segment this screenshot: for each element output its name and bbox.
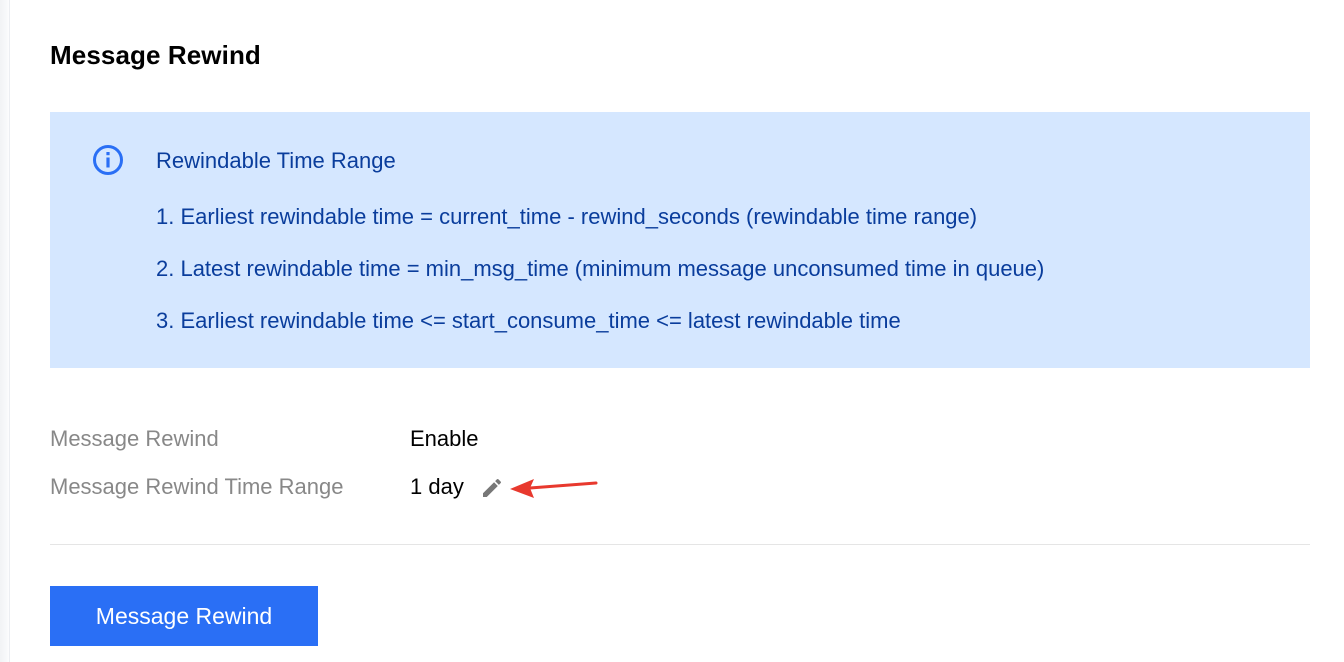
- notice-line-2: 2. Latest rewindable time = min_msg_time…: [156, 256, 1045, 281]
- notice-title: Rewindable Time Range: [156, 148, 396, 173]
- rewind-time-range-label: Message Rewind Time Range: [50, 474, 344, 499]
- left-border: [0, 0, 10, 662]
- red-arrow-icon: [510, 479, 598, 498]
- info-circle-icon: [93, 145, 123, 175]
- message-rewind-button[interactable]: Message Rewind: [50, 586, 318, 646]
- pencil-icon[interactable]: [480, 476, 504, 500]
- page-title: Message Rewind: [50, 40, 261, 70]
- message-rewind-label: Message Rewind: [50, 426, 219, 451]
- notice-line-3: 3. Earliest rewindable time <= start_con…: [156, 308, 901, 333]
- notice-line-1: 1. Earliest rewindable time = current_ti…: [156, 204, 978, 229]
- divider: [50, 544, 1310, 545]
- info-notice: Rewindable Time Range 1. Earliest rewind…: [50, 112, 1310, 368]
- message-rewind-value: Enable: [410, 426, 479, 451]
- message-rewind-panel: Message Rewind Rewindable Time Range 1. …: [50, 0, 1310, 662]
- rewind-time-range-value: 1 day: [410, 474, 464, 499]
